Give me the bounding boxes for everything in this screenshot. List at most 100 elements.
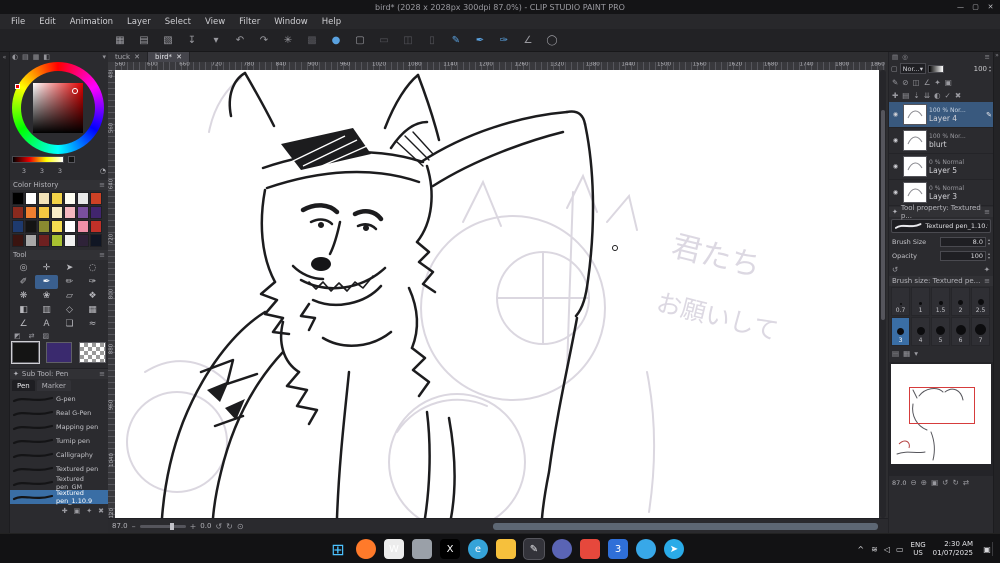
layer-command-icon[interactable]: ✓ (945, 91, 951, 100)
property-stepper[interactable]: ▴ ▾ (988, 252, 990, 260)
color-wheel[interactable] (12, 62, 104, 154)
zoom-out-icon[interactable]: – (132, 522, 136, 531)
tool-button[interactable]: ◧ (12, 303, 35, 317)
taskbar-app-icon[interactable]: ✎ (524, 539, 544, 559)
color-swatch[interactable] (25, 220, 37, 233)
color-swatch[interactable] (12, 234, 24, 247)
brush-size-footer-icon[interactable]: ▾ (914, 349, 918, 358)
rotate-ccw-icon[interactable]: ↺ (215, 522, 222, 531)
brush-size-footer-icon[interactable]: ▤ (892, 349, 899, 358)
subtool-menu-icon[interactable]: ≡ (99, 370, 105, 378)
layer-row[interactable]: ◉ 100 % Nor... blurt ✎ (889, 128, 993, 154)
subtool-footer-icon[interactable]: ✦ (86, 507, 92, 515)
property-slider[interactable]: 100 (939, 251, 986, 261)
color-swatch[interactable] (25, 192, 37, 205)
navigator-button[interactable]: ↻ (952, 478, 958, 487)
tool-button[interactable]: ◇ (58, 303, 81, 317)
tool-button[interactable]: ✏ (58, 275, 81, 289)
color-swatch[interactable] (12, 206, 24, 219)
close-button[interactable]: ✕ (983, 0, 998, 13)
brush-size-cell[interactable]: 3 (891, 317, 910, 346)
sv-cursor[interactable] (72, 88, 78, 94)
toolbar-icon[interactable]: ▭ (376, 32, 392, 48)
brush-size-cell[interactable]: 1 (911, 287, 930, 316)
color-panel-chevron-icon[interactable]: ▾ (102, 53, 106, 61)
tool-panel-menu-icon[interactable]: ≡ (99, 251, 105, 259)
tool-button[interactable]: ✐ (12, 275, 35, 289)
menu-item[interactable]: File (4, 17, 32, 27)
tool-button[interactable]: ◌ (81, 261, 104, 275)
navigator-button[interactable]: ⇄ (963, 478, 969, 487)
menu-item[interactable]: Select (158, 17, 198, 27)
color-control-icon[interactable]: ⇄ (29, 332, 35, 340)
toolbar-icon[interactable]: ▦ (112, 32, 128, 48)
navigator-thumbnail[interactable] (891, 364, 991, 464)
toolbar-icon[interactable]: ✳ (280, 32, 296, 48)
color-picker-icon[interactable]: ◔ (100, 167, 106, 175)
layer-command-icon[interactable]: ⇣ (913, 91, 919, 100)
tray-icon[interactable]: ◁ (884, 545, 890, 554)
toolbar-icon[interactable]: ✑ (496, 32, 512, 48)
color-swatch[interactable] (90, 206, 102, 219)
color-swatch[interactable] (77, 192, 89, 205)
drawing-canvas[interactable]: 君たち お願いして (115, 70, 879, 518)
brush-list-item[interactable]: Turnip pen (10, 434, 108, 448)
layer-visibility-icon[interactable]: ◉ (890, 137, 901, 144)
toolbar-icon[interactable]: ▾ (208, 32, 224, 48)
right-collapse-strip[interactable]: » (993, 52, 1000, 533)
brush-list-item[interactable]: Textured pen (10, 462, 108, 476)
brush-size-cell[interactable]: 6 (951, 317, 970, 346)
layer-tab-icon[interactable]: ◎ (902, 53, 908, 61)
color-swatch[interactable] (77, 220, 89, 233)
vertical-scrollbar-thumb[interactable] (881, 110, 885, 320)
brush-size-cell[interactable]: 2 (951, 287, 970, 316)
color-swatch[interactable] (64, 234, 76, 247)
tool-property-menu-icon[interactable]: ≡ (984, 208, 990, 216)
stepper-down-icon[interactable]: ▾ (989, 68, 991, 73)
layer-command-icon[interactable]: ▤ (902, 91, 909, 100)
color-swatch[interactable] (25, 206, 37, 219)
color-tab-icon[interactable]: ◐ (12, 53, 18, 61)
layer-row[interactable]: ◉ 0 % Normal Layer 3 ✎ (889, 180, 993, 206)
brush-size-cell[interactable]: 0.7 (891, 287, 910, 316)
brush-list-item[interactable]: G-pen (10, 392, 108, 406)
tool-button[interactable]: ▱ (58, 289, 81, 303)
menu-item[interactable]: Animation (63, 17, 120, 27)
tray-icon[interactable]: ≋ (871, 545, 878, 554)
color-swatch[interactable] (51, 206, 63, 219)
layer-select-icon[interactable]: ▢ (891, 65, 898, 73)
color-swatch[interactable] (51, 220, 63, 233)
tool-button[interactable]: ✒ (35, 275, 58, 289)
color-swatch[interactable] (51, 192, 63, 205)
toolbar-icon[interactable]: ∠ (520, 32, 536, 48)
color-swatch[interactable] (90, 234, 102, 247)
taskbar-app-icon[interactable] (356, 539, 376, 559)
tray-icon[interactable]: ▭ (896, 545, 904, 554)
reset-view-icon[interactable]: ⊙ (237, 522, 244, 531)
document-tab[interactable]: tuck ✕ (108, 52, 148, 62)
primary-color-chip[interactable] (11, 341, 40, 364)
taskbar-app-icon[interactable] (552, 539, 572, 559)
layer-command-icon[interactable]: ◐ (934, 91, 941, 100)
show-desktop-button[interactable] (992, 542, 994, 556)
layer-thumbnail[interactable] (903, 130, 927, 151)
menu-item[interactable]: Edit (32, 17, 62, 27)
taskbar-app-icon[interactable]: W (384, 539, 404, 559)
taskbar-app-icon[interactable]: 3 (608, 539, 628, 559)
tool-button[interactable]: ❋ (12, 289, 35, 303)
hue-cursor[interactable] (15, 84, 20, 89)
secondary-color-chip[interactable] (45, 342, 73, 363)
color-swatch[interactable] (64, 206, 76, 219)
taskbar-app-icon[interactable] (580, 539, 600, 559)
property-stepper[interactable]: ▴ ▾ (988, 238, 990, 246)
tool-button[interactable]: ❏ (58, 317, 81, 331)
tool-button[interactable]: ✛ (35, 261, 58, 275)
brush-list-item[interactable]: Real G-Pen (10, 406, 108, 420)
layer-thumbnail[interactable] (903, 156, 927, 177)
layer-row[interactable]: ◉ 100 % Nor... Layer 4 ✎ (889, 102, 993, 128)
color-swatch[interactable] (12, 192, 24, 205)
zoom-slider[interactable] (139, 522, 186, 530)
tool-button[interactable]: ➤ (58, 261, 81, 275)
color-swatch[interactable] (90, 192, 102, 205)
layer-tab-icon[interactable]: ▤ (892, 53, 898, 61)
